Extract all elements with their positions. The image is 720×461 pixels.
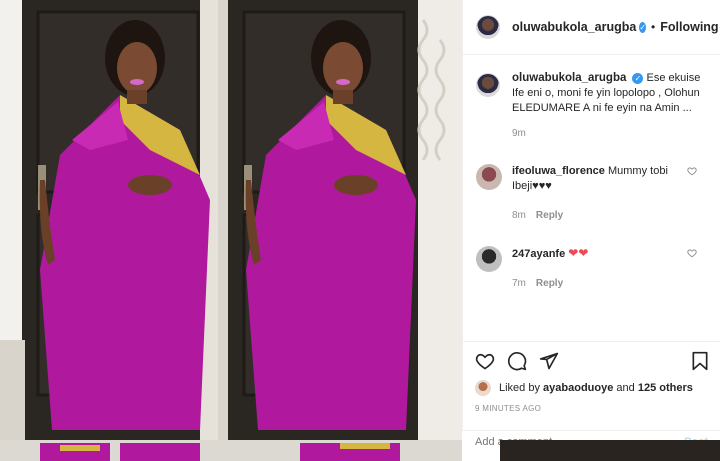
photo-right <box>218 0 462 440</box>
comment-time: 7m <box>512 278 526 289</box>
post-header: oluwabukola_arugba ✓ • Following <box>463 0 720 55</box>
caption-username[interactable]: oluwabukola_arugba <box>512 72 626 84</box>
comment-username[interactable]: 247ayanfe <box>512 248 565 260</box>
author-username[interactable]: oluwabukola_arugba <box>512 20 636 34</box>
comment-item: 247ayanfe ❤❤ 7m Reply <box>476 246 709 291</box>
action-icons <box>475 350 709 372</box>
post-sidebar: oluwabukola_arugba ✓ • Following oluwabu… <box>462 0 720 440</box>
author-avatar[interactable] <box>476 15 500 39</box>
verified-icon: ✓ <box>639 21 647 33</box>
following-button[interactable]: Following <box>660 20 718 34</box>
comment-username[interactable]: ifeoluwa_florence <box>512 165 605 177</box>
comment-text: ❤❤ <box>568 246 589 260</box>
comment-meta: 8m Reply <box>512 208 692 223</box>
share-icon[interactable] <box>539 351 559 371</box>
caption-body: oluwabukola_arugba ✓ Ese ekuise Ife eni … <box>512 71 708 141</box>
comment-body: 247ayanfe ❤❤ 7m Reply <box>512 246 692 291</box>
comment-meta: 7m Reply <box>512 276 692 291</box>
liker-username[interactable]: ayabaoduoye <box>543 382 613 394</box>
comments-list: oluwabukola_arugba ✓ Ese ekuise Ife eni … <box>463 56 720 341</box>
caption-time: 9m <box>512 128 526 139</box>
post-image[interactable] <box>0 0 462 440</box>
photo-left <box>0 0 228 440</box>
verified-icon: ✓ <box>632 73 644 84</box>
comment-avatar[interactable] <box>476 164 502 190</box>
next-post-thumbnail <box>500 440 720 461</box>
likes-prefix: Liked by <box>499 382 540 394</box>
caption: oluwabukola_arugba ✓ Ese ekuise Ife eni … <box>476 71 709 141</box>
bookmark-icon[interactable] <box>691 351 709 371</box>
reply-button[interactable]: Reply <box>536 278 563 289</box>
comment-body: ifeoluwa_florence Mummy tobi Ibeji♥♥♥ 8m… <box>512 164 692 223</box>
preview-embroidery-right <box>340 443 390 449</box>
liker-avatar[interactable] <box>475 380 491 396</box>
post-timestamp: 9 MINUTES AGO <box>475 404 542 413</box>
caption-avatar[interactable] <box>476 73 500 97</box>
post-actions: Liked by ayabaoduoye and 125 others 9 MI… <box>463 341 720 440</box>
comment-item: ifeoluwa_florence Mummy tobi Ibeji♥♥♥ 8m… <box>476 164 709 223</box>
preview-embroidery-left <box>60 445 100 451</box>
likes-summary: Liked by ayabaoduoye and 125 others <box>475 380 709 396</box>
header-separator: • <box>651 20 656 34</box>
reply-button[interactable]: Reply <box>536 210 563 221</box>
comment-icon[interactable] <box>507 351 527 371</box>
comment-avatar[interactable] <box>476 246 502 272</box>
likes-count[interactable]: 125 others <box>638 382 693 394</box>
like-heart-icon[interactable] <box>687 166 697 176</box>
like-heart-icon[interactable] <box>687 248 697 258</box>
heart-icon[interactable] <box>475 351 495 371</box>
preview-dress-mid <box>120 443 200 461</box>
comment-time: 8m <box>512 210 526 221</box>
likes-middle: and <box>616 382 635 394</box>
